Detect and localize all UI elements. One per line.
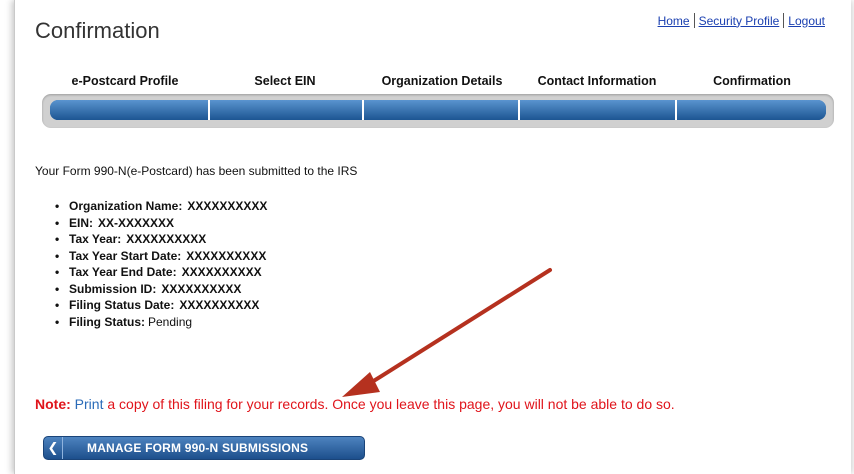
step-label-org-details: Organization Details [381,74,503,88]
step-label-select-ein: Select EIN [254,74,316,88]
bullet-icon: • [55,314,60,329]
detail-value: Pending [148,314,193,329]
logout-link[interactable]: Logout [784,14,829,28]
home-link[interactable]: Home [654,14,694,28]
detail-label: Organization Name: [69,199,183,213]
detail-value: XXXXXXXXXX [126,232,207,246]
bullet-icon: • [55,248,60,263]
detail-label: Tax Year: [69,232,122,246]
top-nav-links: Home Security Profile Logout [654,13,829,28]
page-title: Confirmation [35,18,160,43]
security-profile-link[interactable]: Security Profile [695,14,784,28]
progress-segment [210,100,364,120]
detail-label: EIN: [69,215,93,230]
bullet-icon: • [55,199,60,213]
detail-item: • Filing Status Date: XXXXXXXXXX [55,297,267,314]
detail-label: Submission ID: [69,281,157,296]
chevron-left-icon: ❮ [44,437,63,459]
progress-segment [520,100,677,120]
detail-value: XXXXXXXXXX [179,298,260,312]
submission-message: Your Form 990-N(e-Postcard) has been sub… [35,164,358,178]
bullet-icon: • [55,265,60,279]
bullet-icon: • [55,215,60,230]
progress-track [42,94,834,128]
detail-value: XXXXXXXXXX [186,248,267,263]
progress-segment [677,100,826,120]
progress-segment [364,100,520,120]
bullet-icon: • [55,281,60,296]
print-link[interactable]: Print [75,396,104,412]
step-label-confirmation: Confirmation [713,74,791,88]
manage-submissions-button[interactable]: ❮ MANAGE FORM 990-N SUBMISSIONS [43,436,365,460]
note-message: Note: Print a copy of this filing for yo… [35,396,675,412]
page-frame: Confirmation Home Security Profile Logou… [14,0,851,474]
detail-item: • EIN: XX-XXXXXXX [55,215,267,232]
step-label-profile: e-Postcard Profile [71,74,179,88]
filing-details-list: • Organization Name: XXXXXXXXXX • EIN: XX-XXX… [55,198,267,330]
detail-item: • Filing Status: Pending [55,314,267,331]
detail-item: • Organization Name: XXXXXXXXXX [55,198,267,215]
detail-label: Tax Year End Date: [69,265,177,279]
bullet-icon: • [55,298,60,312]
progress-segment [50,100,210,120]
detail-value: XX-XXXXXXX [98,215,175,230]
note-text: a copy of this filing for your records. … [107,396,675,412]
step-labels: e-Postcard Profile Select EIN Organizati… [42,74,832,88]
detail-label: Filing Status Date: [69,298,175,312]
detail-value: XXXXXXXXXX [187,199,268,213]
detail-label: Tax Year Start Date: [69,248,182,263]
step-label-contact-info: Contact Information [537,74,657,88]
note-label: Note: [35,396,71,412]
detail-item: • Tax Year: XXXXXXXXXX [55,231,267,248]
manage-submissions-label: MANAGE FORM 990-N SUBMISSIONS [87,441,309,455]
detail-item: • Tax Year Start Date: XXXXXXXXXX [55,248,267,265]
detail-item: • Submission ID: XXXXXXXXXX [55,281,267,298]
detail-value: XXXXXXXXXX [181,265,262,279]
detail-item: • Tax Year End Date: XXXXXXXXXX [55,264,267,281]
progress-bar [50,100,826,120]
detail-label: Filing Status: [69,314,145,329]
detail-value: XXXXXXXXXX [161,281,242,296]
bullet-icon: • [55,232,60,246]
